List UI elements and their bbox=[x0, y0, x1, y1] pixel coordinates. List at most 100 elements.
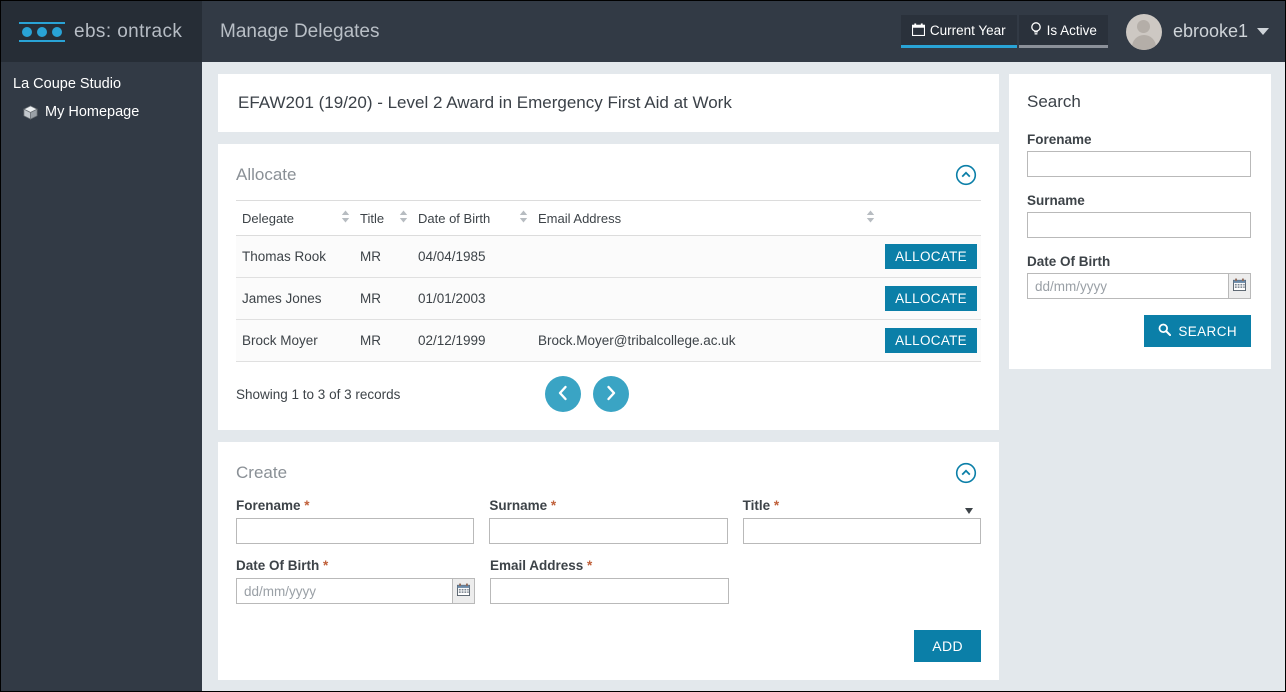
search-panel-title: Search bbox=[1027, 92, 1251, 112]
allocate-button[interactable]: ALLOCATE bbox=[885, 328, 977, 353]
table-footer: Showing 1 to 3 of 3 records bbox=[236, 362, 981, 412]
cell-date-of-birth: 04/04/1985 bbox=[412, 236, 532, 278]
forename-input[interactable] bbox=[236, 518, 474, 544]
field-email-address: Email Address * bbox=[490, 558, 729, 604]
calendar-icon bbox=[1233, 278, 1246, 294]
search-surname-input[interactable] bbox=[1027, 212, 1251, 238]
column-label-email-address: Email Address bbox=[538, 211, 621, 226]
table-row: Brock Moyer MR 02/12/1999 Brock.Moyer@tr… bbox=[236, 320, 981, 362]
field-surname: Surname * bbox=[489, 498, 727, 544]
field-forename: Forename * bbox=[236, 498, 474, 544]
column-label-date-of-birth: Date of Birth bbox=[418, 211, 490, 226]
field-search-forename: Forename bbox=[1027, 132, 1251, 177]
column-header-email-address[interactable]: Email Address bbox=[532, 201, 879, 236]
brand-name: ebs: ontrack bbox=[74, 21, 182, 43]
next-page-button[interactable] bbox=[593, 376, 629, 412]
allocate-panel: Allocate bbox=[218, 144, 999, 430]
column-header-title[interactable]: Title bbox=[354, 201, 412, 236]
column-header-action bbox=[879, 201, 981, 236]
create-panel: Create Forename * bbox=[218, 442, 999, 680]
previous-page-button[interactable] bbox=[545, 376, 581, 412]
current-year-button[interactable]: Current Year bbox=[901, 15, 1017, 48]
label-forename: Forename * bbox=[236, 498, 474, 513]
search-button[interactable]: SEARCH bbox=[1144, 315, 1251, 347]
top-bar-right: Current Year Is Active bbox=[901, 14, 1269, 50]
brand-logo[interactable]: ebs: ontrack bbox=[1, 1, 202, 62]
field-date-of-birth: Date Of Birth * bbox=[236, 558, 475, 604]
create-panel-header: Create bbox=[218, 442, 999, 498]
sort-icon bbox=[519, 210, 528, 226]
sidebar-title: La Coupe Studio bbox=[1, 72, 202, 96]
date-of-birth-input[interactable] bbox=[236, 578, 453, 604]
cell-title: MR bbox=[354, 278, 412, 320]
label-search-forename: Forename bbox=[1027, 132, 1251, 147]
logo-mark-icon bbox=[19, 22, 65, 42]
column-label-delegate: Delegate bbox=[242, 211, 294, 226]
chevron-up-circle-icon[interactable] bbox=[955, 462, 977, 484]
label-title: Title * bbox=[743, 498, 981, 513]
search-forename-input[interactable] bbox=[1027, 151, 1251, 177]
app-root: ebs: ontrack Manage Delegates bbox=[1, 1, 1285, 691]
cell-email-address bbox=[532, 278, 879, 320]
cell-email-address: Brock.Moyer@tribalcollege.ac.uk bbox=[532, 320, 879, 362]
cell-date-of-birth: 01/01/2003 bbox=[412, 278, 532, 320]
course-title: EFAW201 (19/20) - Level 2 Award in Emerg… bbox=[238, 93, 732, 112]
sidebar: La Coupe Studio My Homepage bbox=[1, 62, 202, 691]
course-title-bar: EFAW201 (19/20) - Level 2 Award in Emerg… bbox=[218, 74, 999, 132]
top-bar: ebs: ontrack Manage Delegates bbox=[1, 1, 1285, 62]
field-title: Title * bbox=[743, 498, 981, 544]
username-label: ebrooke1 bbox=[1173, 21, 1248, 42]
create-panel-body: Forename * Surname * Title * bbox=[218, 498, 999, 680]
date-picker-button[interactable] bbox=[453, 578, 475, 604]
chevron-up-circle-icon[interactable] bbox=[955, 164, 977, 186]
table-body: Thomas Rook MR 04/04/1985 ALLOCATE bbox=[236, 236, 981, 362]
search-date-picker-button[interactable] bbox=[1229, 273, 1251, 299]
search-button-label: SEARCH bbox=[1178, 324, 1237, 339]
cell-action: ALLOCATE bbox=[879, 236, 981, 278]
chevron-left-icon bbox=[557, 385, 569, 404]
cell-title: MR bbox=[354, 236, 412, 278]
label-surname: Surname * bbox=[489, 498, 727, 513]
column-header-date-of-birth[interactable]: Date of Birth bbox=[412, 201, 532, 236]
field-search-surname: Surname bbox=[1027, 193, 1251, 238]
title-select[interactable] bbox=[743, 518, 981, 544]
current-year-label: Current Year bbox=[930, 23, 1006, 38]
column-label-title: Title bbox=[360, 211, 384, 226]
calendar-icon bbox=[912, 23, 925, 39]
is-active-label: Is Active bbox=[1047, 23, 1097, 38]
add-button[interactable]: ADD bbox=[914, 630, 981, 662]
cell-delegate: Brock Moyer bbox=[236, 320, 354, 362]
search-column: Search Forename Surname Date Of Birth bbox=[1009, 74, 1271, 369]
column-header-delegate[interactable]: Delegate bbox=[236, 201, 354, 236]
cell-date-of-birth: 02/12/1999 bbox=[412, 320, 532, 362]
chevron-right-icon bbox=[605, 385, 617, 404]
create-actions: ADD bbox=[236, 618, 981, 662]
table-row: Thomas Rook MR 04/04/1985 ALLOCATE bbox=[236, 236, 981, 278]
allocate-button[interactable]: ALLOCATE bbox=[885, 286, 977, 311]
sidebar-item-label: My Homepage bbox=[45, 104, 139, 120]
is-active-button[interactable]: Is Active bbox=[1019, 15, 1108, 48]
surname-input[interactable] bbox=[489, 518, 727, 544]
search-date-of-birth-input[interactable] bbox=[1027, 273, 1229, 299]
search-icon bbox=[1158, 323, 1171, 339]
avatar[interactable] bbox=[1126, 14, 1162, 50]
create-panel-title: Create bbox=[236, 463, 287, 483]
label-date-of-birth: Date Of Birth * bbox=[236, 558, 475, 573]
allocate-button[interactable]: ALLOCATE bbox=[885, 244, 977, 269]
page-title: Manage Delegates bbox=[220, 21, 380, 43]
label-email-address: Email Address * bbox=[490, 558, 729, 573]
main-column: EFAW201 (19/20) - Level 2 Award in Emerg… bbox=[218, 74, 999, 692]
email-address-input[interactable] bbox=[490, 578, 729, 604]
create-form-row-1: Forename * Surname * Title * bbox=[236, 498, 981, 544]
body-row: La Coupe Studio My Homepage EFAW201 (19 bbox=[1, 62, 1285, 691]
cell-action: ALLOCATE bbox=[879, 278, 981, 320]
field-search-date-of-birth: Date Of Birth bbox=[1027, 254, 1251, 299]
label-search-date-of-birth: Date Of Birth bbox=[1027, 254, 1251, 269]
chevron-down-icon[interactable] bbox=[1257, 28, 1269, 35]
top-bar-main: Manage Delegates Current Year bbox=[202, 1, 1285, 62]
table-head: Delegate bbox=[236, 201, 981, 236]
create-form-row-2: Date Of Birth * bbox=[236, 558, 981, 604]
sidebar-item-my-homepage[interactable]: My Homepage bbox=[1, 96, 202, 128]
sort-icon bbox=[399, 210, 408, 226]
content-area: EFAW201 (19/20) - Level 2 Award in Emerg… bbox=[202, 62, 1285, 691]
